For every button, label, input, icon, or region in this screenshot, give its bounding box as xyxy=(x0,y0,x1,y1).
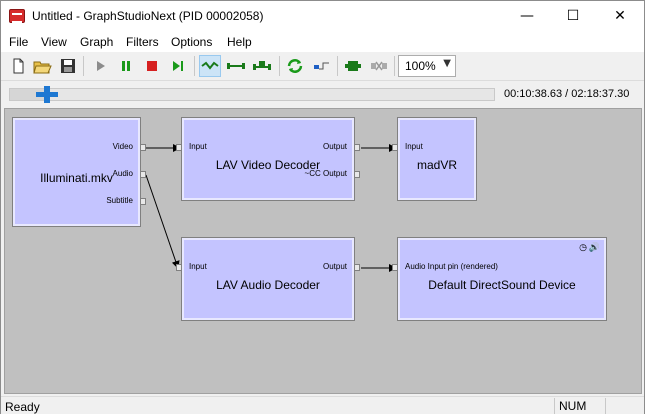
play-icon[interactable] xyxy=(89,55,111,77)
filter-directsound[interactable]: Default DirectSound Device Audio Input p… xyxy=(397,237,607,321)
filter-icon[interactable] xyxy=(342,55,364,77)
pin-label-directsound-input: Audio Input pin (rendered) xyxy=(405,262,498,271)
smart-connect-icon[interactable] xyxy=(251,55,273,77)
filter-video-decoder[interactable]: LAV Video Decoder Input Output ~CC Outpu… xyxy=(181,117,355,201)
minimize-button[interactable]: — xyxy=(504,1,550,32)
step-icon[interactable] xyxy=(167,55,189,77)
title-bar[interactable]: Untitled - GraphStudioNext (PID 00002058… xyxy=(1,1,644,32)
seek-thumb[interactable] xyxy=(36,86,59,103)
pin-label-audio: Audio xyxy=(112,169,133,178)
menu-help[interactable]: Help xyxy=(227,35,252,49)
graph-canvas[interactable]: Illuminati.mkv Video Audio Subtitle LAV … xyxy=(4,108,642,394)
zoom-value: 100% xyxy=(405,59,436,73)
pin-label-video-decoder-output: Output xyxy=(322,142,347,151)
pin-label-subtitle: Subtitle xyxy=(106,196,133,205)
status-pane-empty xyxy=(605,398,643,414)
stop-icon[interactable] xyxy=(141,55,163,77)
pin-video-decoder-out[interactable] xyxy=(354,144,360,151)
seek-icon[interactable] xyxy=(310,55,332,77)
speaker-icon: 🔊 xyxy=(588,243,600,253)
pin-subtitle-out[interactable] xyxy=(140,198,146,205)
new-file-icon[interactable] xyxy=(7,55,29,77)
pin-audio-decoder-in[interactable] xyxy=(176,264,182,271)
filter-madvr-name: madVR xyxy=(416,158,457,172)
pin-directsound-in[interactable] xyxy=(392,264,398,271)
pin-video-decoder-cc-out[interactable] xyxy=(354,171,360,178)
menu-filters[interactable]: Filters xyxy=(126,35,159,49)
menu-file[interactable]: File xyxy=(9,35,28,49)
pin-audio-decoder-out[interactable] xyxy=(354,264,360,271)
menu-graph[interactable]: Graph xyxy=(80,35,113,49)
pause-icon[interactable] xyxy=(115,55,137,77)
filter-directsound-name: Default DirectSound Device xyxy=(428,278,576,292)
connection-audio xyxy=(145,174,180,269)
window-title: Untitled - GraphStudioNext (PID 00002058… xyxy=(32,9,264,23)
connect-mode-icon[interactable] xyxy=(199,55,221,77)
filter-madvr[interactable]: madVR Input xyxy=(397,117,477,201)
disconnect-icon[interactable] xyxy=(368,55,390,77)
save-icon[interactable] xyxy=(57,55,79,77)
zoom-select[interactable]: 100% ▼ xyxy=(398,55,456,77)
toolbar: 100% ▼ xyxy=(1,52,644,81)
time-display: 00:10:38.63 / 02:18:37.30 xyxy=(504,88,630,100)
menu-view[interactable]: View xyxy=(41,35,67,49)
num-lock-indicator: NUM xyxy=(554,398,604,414)
application-window: Untitled - GraphStudioNext (PID 00002058… xyxy=(0,0,645,414)
status-bar: Ready NUM xyxy=(1,396,644,414)
refresh-icon[interactable] xyxy=(284,55,306,77)
maximize-button[interactable]: ☐ xyxy=(550,1,596,32)
clock-icon: ◷ xyxy=(579,243,587,253)
menu-options[interactable]: Options xyxy=(171,35,212,49)
filter-audio-decoder-name: LAV Audio Decoder xyxy=(216,278,320,292)
pin-audio-out[interactable] xyxy=(140,171,146,178)
pin-label-audio-decoder-output: Output xyxy=(322,262,347,271)
filter-audio-decoder[interactable]: LAV Audio Decoder Input Output xyxy=(181,237,355,321)
chevron-down-icon: ▼ xyxy=(443,58,451,69)
pin-label-video-decoder-cc: ~CC Output xyxy=(304,169,347,178)
status-text: Ready xyxy=(5,400,40,414)
pin-video-out[interactable] xyxy=(140,144,146,151)
pin-video-decoder-in[interactable] xyxy=(176,144,182,151)
seek-bar-row: 00:10:38.63 / 02:18:37.30 xyxy=(1,81,644,107)
pin-label-video-decoder-input: Input xyxy=(189,142,207,151)
pin-label-madvr-input: Input xyxy=(405,142,423,151)
pin-label-audio-decoder-input: Input xyxy=(189,262,207,271)
pin-label-video: Video xyxy=(112,142,133,151)
filter-source[interactable]: Illuminati.mkv Video Audio Subtitle xyxy=(12,117,141,227)
close-button[interactable]: ✕ xyxy=(597,1,643,32)
menu-bar: File View Graph Filters Options Help xyxy=(1,32,644,52)
app-icon xyxy=(9,9,25,23)
open-folder-icon[interactable] xyxy=(31,55,53,77)
pin-madvr-in[interactable] xyxy=(392,144,398,151)
seek-slider[interactable] xyxy=(9,86,495,103)
direct-connect-icon[interactable] xyxy=(225,55,247,77)
